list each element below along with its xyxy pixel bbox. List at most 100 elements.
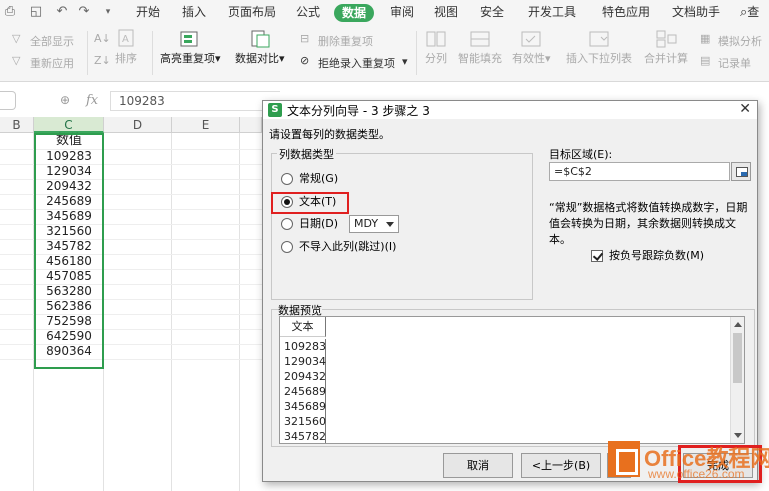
radio-button[interactable] xyxy=(281,173,293,185)
preview-column-header[interactable]: 文本 xyxy=(280,317,326,337)
sort-button[interactable]: A 排序 xyxy=(114,28,138,66)
data-cell[interactable]: 890364 xyxy=(34,344,104,359)
fx-icon[interactable]: fx xyxy=(86,93,98,108)
watermark-url: www.office26.com xyxy=(648,467,745,481)
cancel-button[interactable]: 取消 xyxy=(443,453,513,478)
back-button[interactable]: <上一步(B) xyxy=(521,453,601,478)
preview-scrollbar[interactable] xyxy=(730,317,744,443)
data-compare-icon xyxy=(251,30,270,48)
text-to-columns-dialog: S 文本分列向导 - 3 步骤之 3 ✕ 请设置每列的数据类型。 列数据类型 常… xyxy=(262,100,762,483)
menu-view[interactable]: 视图 xyxy=(434,0,458,25)
simulate-button[interactable]: 模拟分析 xyxy=(718,33,762,49)
filter-icon: ▽ xyxy=(12,32,21,45)
insert-dropdown-label: 插入下拉列表 xyxy=(566,52,632,65)
delete-duplicates-button[interactable]: 删除重复项 xyxy=(318,33,373,49)
customize-icon[interactable]: ▾ xyxy=(100,4,116,20)
target-range-input[interactable]: =$C$2 xyxy=(549,162,730,181)
scroll-thumb[interactable] xyxy=(733,333,742,383)
highlight-duplicates-button[interactable]: 高亮重复项▾ xyxy=(160,28,221,66)
radio-button[interactable] xyxy=(281,241,293,253)
menu-doc-assistant[interactable]: 文档助手 xyxy=(672,0,720,25)
column-header-b[interactable]: B xyxy=(0,117,34,133)
highlight-duplicates-label: 高亮重复项 xyxy=(160,52,215,65)
column-header-e[interactable]: E xyxy=(172,117,240,133)
data-cell[interactable]: 562386 xyxy=(34,299,104,314)
smart-fill-button[interactable]: 智能填充 xyxy=(458,28,502,66)
undo-icon[interactable]: ↶ xyxy=(54,4,70,20)
reapply-button[interactable]: 重新应用 xyxy=(30,55,74,71)
preview-icon[interactable]: ◱ xyxy=(28,4,44,20)
menu-special[interactable]: 特色应用 xyxy=(602,0,650,25)
split-icon xyxy=(426,31,446,47)
column-header-f[interactable] xyxy=(240,117,262,133)
data-compare-button[interactable]: 数据对比▾ xyxy=(235,28,285,66)
print-icon[interactable]: ⎙ xyxy=(2,4,18,20)
split-button[interactable]: 分列 xyxy=(424,28,448,66)
data-cell[interactable]: 563280 xyxy=(34,284,104,299)
data-cell[interactable]: 321560 xyxy=(34,224,104,239)
preview-cell: 209432 xyxy=(284,370,326,383)
data-cell[interactable]: 642590 xyxy=(34,329,104,344)
data-cell[interactable]: 752598 xyxy=(34,314,104,329)
insert-dropdown-button[interactable]: 插入下拉列表 xyxy=(566,28,632,66)
data-cell[interactable]: 345689 xyxy=(34,209,104,224)
office-logo-icon xyxy=(608,441,640,477)
zoom-icon[interactable]: ⊕ xyxy=(60,93,70,107)
insert-dropdown-icon xyxy=(589,31,609,47)
column-header-d[interactable]: D xyxy=(104,117,172,133)
date-format-value: MDY xyxy=(354,217,379,230)
dialog-instruction: 请设置每列的数据类型。 xyxy=(269,128,390,141)
close-icon[interactable]: ✕ xyxy=(739,101,751,117)
preview-cell: 245689 xyxy=(284,385,326,398)
data-cell[interactable]: 457085 xyxy=(34,269,104,284)
data-compare-label: 数据对比 xyxy=(235,52,279,65)
scroll-down-icon[interactable] xyxy=(734,433,742,438)
data-cell[interactable]: 245689 xyxy=(34,194,104,209)
split-label: 分列 xyxy=(425,52,447,65)
header-cell[interactable]: 数值 xyxy=(34,133,104,148)
ribbon-divider xyxy=(152,31,153,75)
wps-logo-icon: S xyxy=(268,103,282,117)
record-button[interactable]: 记录单 xyxy=(718,55,751,71)
data-cell[interactable]: 456180 xyxy=(34,254,104,269)
data-cell[interactable]: 109283 xyxy=(34,149,104,164)
grid-column xyxy=(172,133,240,491)
data-cell[interactable]: 209432 xyxy=(34,179,104,194)
radio-label: 不导入此列(跳过)(I) xyxy=(299,240,397,253)
delete-duplicates-icon: ⊟ xyxy=(300,32,310,45)
dialog-titlebar[interactable]: S 文本分列向导 - 3 步骤之 3 ✕ xyxy=(263,101,757,119)
show-all-button[interactable]: 全部显示 xyxy=(30,33,74,49)
redo-icon[interactable]: ↷ xyxy=(76,4,92,20)
menu-page-layout[interactable]: 页面布局 xyxy=(228,0,276,25)
reject-duplicates-button[interactable]: 拒绝录入重复项 xyxy=(318,55,395,71)
validity-label: 有效性 xyxy=(512,52,545,65)
consolidate-button[interactable]: 合并计算 xyxy=(644,28,688,66)
search-button[interactable]: ⌕查 xyxy=(740,0,759,25)
consolidate-icon xyxy=(656,30,677,48)
grid-column xyxy=(0,133,34,491)
data-cell[interactable]: 129034 xyxy=(34,164,104,179)
menu-formulas[interactable]: 公式 xyxy=(296,0,320,25)
menu-review[interactable]: 审阅 xyxy=(390,0,414,25)
preview-cell: 321560 xyxy=(284,415,326,428)
menu-data[interactable]: 数据 xyxy=(334,4,375,22)
name-box[interactable] xyxy=(0,91,16,110)
track-negative-checkbox[interactable] xyxy=(591,250,603,262)
menu-security[interactable]: 安全 xyxy=(480,0,504,25)
sort-label: 排序 xyxy=(115,52,137,65)
radio-label: 常规(G) xyxy=(299,172,339,185)
menu-insert[interactable]: 插入 xyxy=(182,0,206,25)
menu-bar: ⎙ ◱ ↶ ↷ ▾ 开始 插入 页面布局 公式 数据 审阅 视图 安全 开发工具… xyxy=(0,0,769,25)
data-preview[interactable]: 文本 109283 129034 209432 245689 345689 32… xyxy=(279,316,745,444)
date-format-select[interactable]: MDY xyxy=(349,215,399,233)
menu-developer[interactable]: 开发工具 xyxy=(528,0,576,25)
data-cell[interactable]: 345782 xyxy=(34,239,104,254)
range-picker-icon[interactable] xyxy=(731,162,751,181)
radio-button[interactable] xyxy=(281,218,293,230)
menu-home[interactable]: 开始 xyxy=(136,0,160,25)
validity-button[interactable]: 有效性▾ xyxy=(512,28,551,66)
preview-cell: 109283 xyxy=(284,340,326,353)
scroll-up-icon[interactable] xyxy=(734,322,742,327)
formula-input[interactable]: 109283 xyxy=(110,91,280,111)
column-header-c[interactable]: C xyxy=(34,117,104,133)
